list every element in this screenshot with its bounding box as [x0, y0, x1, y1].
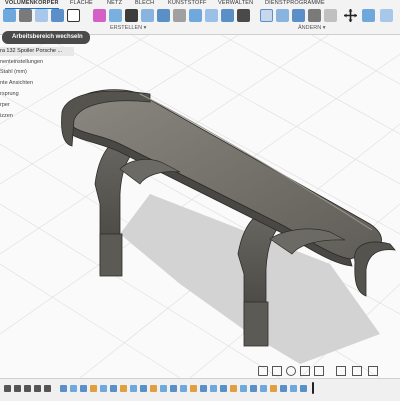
- browser-item-sketches[interactable]: izzen: [0, 113, 13, 119]
- press-pull-icon[interactable]: [260, 9, 273, 22]
- thread-icon[interactable]: [141, 9, 154, 22]
- browser-item-units[interactable]: Stahl (mm): [0, 69, 27, 75]
- timeline-feature-icon[interactable]: [100, 385, 107, 392]
- group-create[interactable]: ERSTELLEN ▾: [110, 25, 146, 31]
- align-icon[interactable]: [362, 9, 375, 22]
- timeline-feature-icon[interactable]: [210, 385, 217, 392]
- coil-icon[interactable]: [221, 9, 234, 22]
- timeline-prev-icon[interactable]: [14, 385, 21, 392]
- timeline-feature-icon[interactable]: [130, 385, 137, 392]
- hole-icon[interactable]: [125, 9, 138, 22]
- orbit-icon[interactable]: [258, 366, 268, 376]
- timeline-feature-icon[interactable]: [220, 385, 227, 392]
- timeline-feature-icon[interactable]: [150, 385, 157, 392]
- grid-settings-icon[interactable]: [352, 366, 362, 376]
- box-icon[interactable]: [157, 9, 170, 22]
- revolve-icon[interactable]: [51, 9, 64, 22]
- tab-dienstprogramme[interactable]: DIENSTPROGRAMME: [265, 0, 325, 8]
- sphere-icon[interactable]: [189, 9, 202, 22]
- sweep-icon[interactable]: [67, 9, 80, 22]
- browser-document-title[interactable]: ra 132 Spoiler Porsche ...: [0, 47, 74, 56]
- tab-verwalten[interactable]: VERWALTEN: [218, 0, 253, 8]
- timeline-play-icon[interactable]: [24, 385, 31, 392]
- timeline-marker[interactable]: [312, 382, 314, 394]
- fillet-icon[interactable]: [276, 9, 289, 22]
- timeline-feature-icon[interactable]: [190, 385, 197, 392]
- delete-icon[interactable]: [380, 9, 393, 22]
- mirror-icon[interactable]: [109, 9, 122, 22]
- move-icon[interactable]: [344, 9, 357, 22]
- timeline-feature-icon[interactable]: [200, 385, 207, 392]
- extrude-icon[interactable]: [35, 9, 48, 22]
- timeline-feature-icon[interactable]: [170, 385, 177, 392]
- tab-netz[interactable]: NETZ: [107, 0, 122, 8]
- timeline-feature-icon[interactable]: [140, 385, 147, 392]
- new-component-icon[interactable]: [3, 9, 16, 22]
- tab-blech[interactable]: BLECH: [135, 0, 154, 8]
- timeline-feature-icon[interactable]: [250, 385, 257, 392]
- tab-kunststoff[interactable]: KUNSTSTOFF: [168, 0, 207, 8]
- torus-icon[interactable]: [205, 9, 218, 22]
- shell-icon[interactable]: [308, 9, 321, 22]
- tab-volumenkoerper[interactable]: VOLUMENKÖRPER: [5, 0, 59, 9]
- pattern-icon[interactable]: [93, 9, 106, 22]
- browser-item-named-views[interactable]: nte Ansichten: [0, 80, 33, 86]
- timeline-feature-icon[interactable]: [260, 385, 267, 392]
- timeline-feature-icon[interactable]: [270, 385, 277, 392]
- timeline-feature-icon[interactable]: [280, 385, 287, 392]
- browser-panel: ra 132 Spoiler Porsche ... nenteinstellu…: [0, 47, 76, 127]
- timeline-feature-icon[interactable]: [180, 385, 187, 392]
- timeline-next-icon[interactable]: [34, 385, 41, 392]
- fit-icon[interactable]: [314, 366, 324, 376]
- timeline-feature-icon[interactable]: [90, 385, 97, 392]
- browser-item-doc-settings[interactable]: nenteinstellungen: [0, 59, 43, 65]
- timeline-feature-icon[interactable]: [110, 385, 117, 392]
- timeline-feature-icon[interactable]: [160, 385, 167, 392]
- timeline-feature-icon[interactable]: [80, 385, 87, 392]
- pan-icon[interactable]: [286, 366, 296, 376]
- cylinder-icon[interactable]: [173, 9, 186, 22]
- tab-flaeche[interactable]: FLÄCHE: [70, 0, 93, 8]
- group-modify[interactable]: ÄNDERN ▾: [298, 25, 326, 31]
- timeline-bar: [0, 378, 400, 401]
- timeline-feature-icon[interactable]: [60, 385, 67, 392]
- timeline-feature-icon[interactable]: [240, 385, 247, 392]
- sketch-icon[interactable]: [19, 9, 32, 22]
- look-at-icon[interactable]: [272, 366, 282, 376]
- ribbon-toolbar: VOLUMENKÖRPER FLÄCHE NETZ BLECH KUNSTSTO…: [0, 0, 400, 35]
- zoom-icon[interactable]: [300, 366, 310, 376]
- draft-icon[interactable]: [324, 9, 337, 22]
- display-settings-icon[interactable]: [336, 366, 346, 376]
- browser-item-origin[interactable]: rsprung: [0, 91, 19, 97]
- chamfer-icon[interactable]: [292, 9, 305, 22]
- timeline-feature-icon[interactable]: [120, 385, 127, 392]
- timeline-feature-icon[interactable]: [230, 385, 237, 392]
- timeline-start-icon[interactable]: [4, 385, 11, 392]
- pipe-icon[interactable]: [237, 9, 250, 22]
- timeline-feature-icon[interactable]: [300, 385, 307, 392]
- browser-item-bodies[interactable]: rper: [0, 102, 10, 108]
- timeline-feature-icon[interactable]: [70, 385, 77, 392]
- timeline-end-icon[interactable]: [44, 385, 51, 392]
- viewports-icon[interactable]: [368, 366, 378, 376]
- workspace-switch-button[interactable]: Arbeitsbereich wechseln: [2, 31, 90, 44]
- timeline-feature-icon[interactable]: [290, 385, 297, 392]
